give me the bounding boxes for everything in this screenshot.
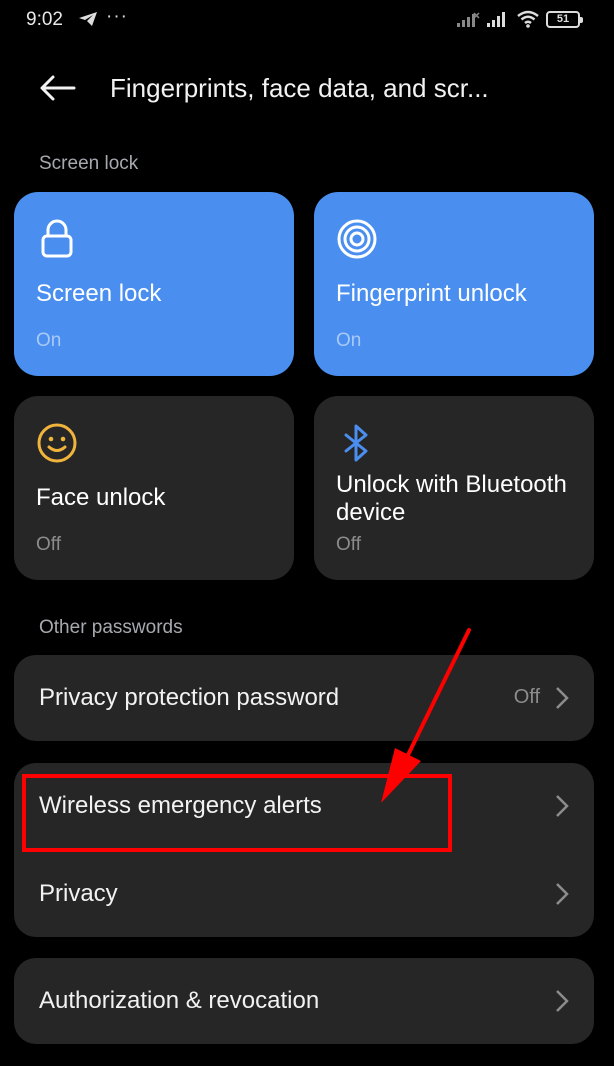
- lock-icon: [41, 219, 73, 258]
- bluetooth-unlock-tile[interactable]: Unlock with Bluetooth device Off: [314, 396, 594, 580]
- fingerprint-unlock-tile[interactable]: Fingerprint unlock On: [314, 192, 594, 376]
- face-unlock-label: Face unlock: [36, 484, 166, 511]
- bluetooth-unlock-status: Off: [336, 534, 361, 555]
- screen-lock-tile[interactable]: Screen lock On: [14, 192, 294, 376]
- signal-icon: [457, 12, 480, 27]
- privacy-row[interactable]: Privacy: [14, 851, 594, 937]
- bluetooth-icon: [344, 424, 368, 462]
- alerts-privacy-card: Wireless emergency alerts Privacy: [14, 763, 594, 937]
- privacy-protection-password-row[interactable]: Privacy protection password Off: [14, 655, 594, 741]
- face-unlock-tile[interactable]: Face unlock Off: [14, 396, 294, 580]
- more-notifications-icon: ···: [106, 6, 128, 27]
- top-app-bar: Fingerprints, face data, and scr...: [0, 58, 614, 118]
- face-unlock-status: Off: [36, 534, 61, 555]
- section-header-other-passwords: Other passwords: [39, 617, 183, 638]
- page-title: Fingerprints, face data, and scr...: [110, 73, 489, 103]
- battery-icon: 51: [546, 10, 583, 28]
- wireless-emergency-alerts-row[interactable]: Wireless emergency alerts: [14, 763, 594, 849]
- status-bar: 9:02 ··· 51: [0, 0, 614, 42]
- privacy-label: Privacy: [39, 880, 118, 907]
- wireless-emergency-alerts-label: Wireless emergency alerts: [39, 792, 322, 819]
- chevron-right-icon: [556, 687, 569, 709]
- fingerprint-unlock-status: On: [336, 330, 362, 351]
- privacy-protection-password-value: Off: [513, 686, 540, 708]
- battery-level: 51: [556, 13, 570, 25]
- privacy-protection-password-label: Privacy protection password: [39, 684, 340, 711]
- back-arrow-icon[interactable]: [38, 72, 78, 104]
- authorization-revocation-row[interactable]: Authorization & revocation: [14, 958, 594, 1044]
- chevron-right-icon: [556, 795, 569, 817]
- authorization-revocation-label: Authorization & revocation: [39, 987, 320, 1014]
- smiley-face-icon: [37, 423, 77, 463]
- chevron-right-icon: [556, 883, 569, 905]
- section-header-screen-lock: Screen lock: [39, 153, 139, 174]
- fingerprint-icon: [337, 219, 377, 259]
- wifi-icon: [517, 10, 539, 28]
- chevron-right-icon: [556, 990, 569, 1012]
- status-time: 9:02: [26, 9, 63, 30]
- authorization-card: Authorization & revocation: [14, 958, 594, 1044]
- privacy-password-card: Privacy protection password Off: [14, 655, 594, 741]
- bluetooth-unlock-label: Unlock with Bluetooth device: [336, 471, 567, 526]
- telegram-icon: [79, 12, 97, 26]
- screen-lock-label: Screen lock: [36, 280, 162, 307]
- fingerprint-unlock-label: Fingerprint unlock: [336, 280, 527, 307]
- screen-lock-status: On: [36, 330, 62, 351]
- signal-icon: [487, 12, 505, 27]
